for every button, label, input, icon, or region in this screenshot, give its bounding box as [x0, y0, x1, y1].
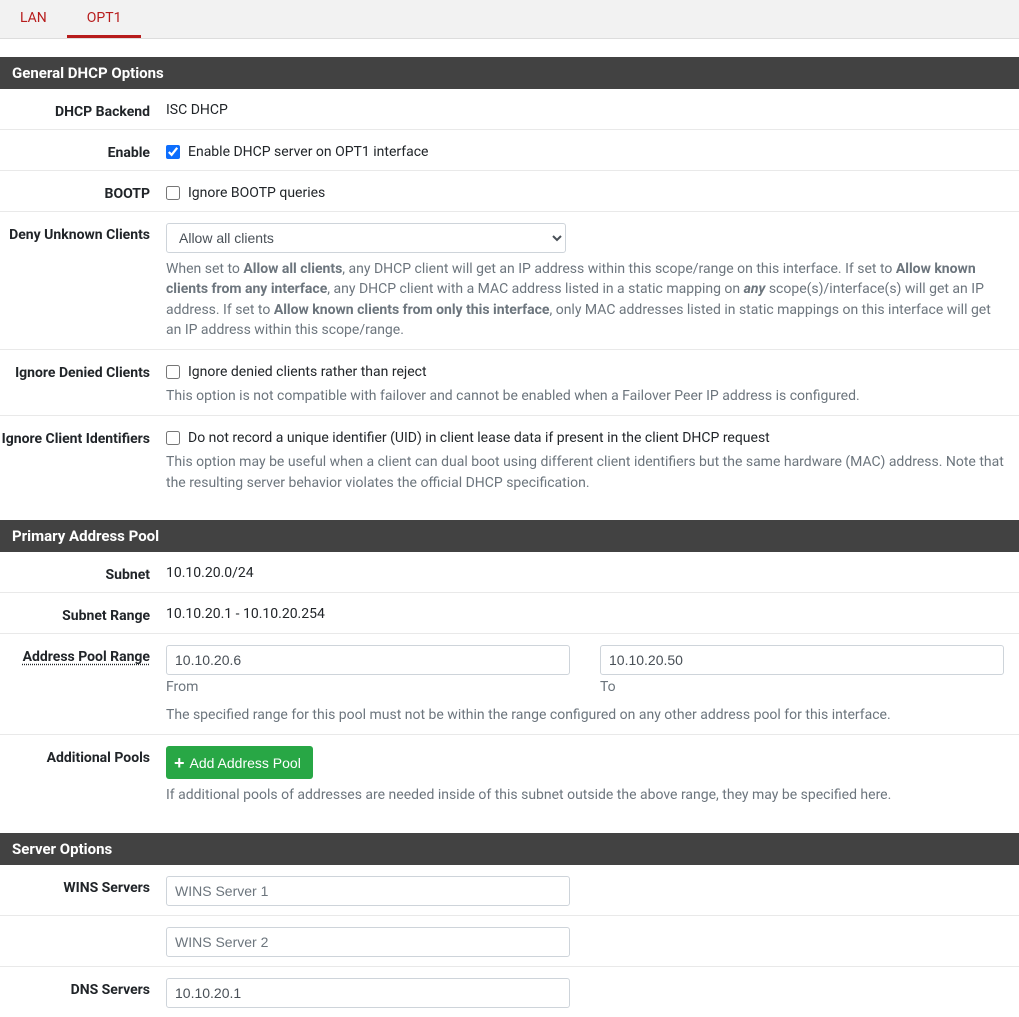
label-enable: Enable [0, 139, 166, 161]
value-subnet: 10.10.20.0/24 [166, 561, 1019, 581]
help-deny-unknown: When set to Allow all clients, any DHCP … [166, 259, 1007, 340]
label-subnet: Subnet [0, 561, 166, 583]
input-range-from[interactable] [166, 645, 570, 675]
label-additional-pools: Additional Pools [0, 744, 166, 766]
help-additional-pools: If additional pools of addresses are nee… [166, 785, 1007, 805]
row-dns-1: DNS Servers [0, 967, 1019, 1017]
tab-opt1[interactable]: OPT1 [67, 0, 142, 38]
row-additional-pools: Additional Pools + Add Address Pool If a… [0, 735, 1019, 814]
value-dhcp-backend: ISC DHCP [166, 98, 1019, 118]
checkbox-ignore-cid[interactable] [166, 431, 180, 445]
panel-primary-pool: Primary Address Pool Subnet 10.10.20.0/2… [0, 520, 1019, 815]
sublabel-to: To [600, 679, 1004, 695]
row-pool-range: Address Pool Range From To The specified… [0, 634, 1019, 735]
panel-heading-pool: Primary Address Pool [0, 520, 1019, 552]
panel-heading-server: Server Options [0, 833, 1019, 865]
help-pool-range: The specified range for this pool must n… [166, 705, 1007, 725]
label-bootp: BOOTP [0, 180, 166, 202]
interface-tabs: LAN OPT1 [0, 0, 1019, 39]
row-enable: Enable Enable DHCP server on OPT1 interf… [0, 130, 1019, 171]
row-wins-1: WINS Servers [0, 865, 1019, 916]
row-subnet-range: Subnet Range 10.10.20.1 - 10.10.20.254 [0, 593, 1019, 634]
label-ignore-cid: Ignore Client Identifiers [0, 425, 166, 447]
add-pool-button-label: Add Address Pool [190, 755, 301, 771]
label-pool-range: Address Pool Range [0, 643, 166, 665]
row-wins-2 [0, 916, 1019, 967]
row-subnet: Subnet 10.10.20.0/24 [0, 552, 1019, 593]
label-deny-unknown: Deny Unknown Clients [0, 221, 166, 243]
input-wins-1[interactable] [166, 876, 570, 906]
sublabel-from: From [166, 679, 570, 695]
checkbox-bootp[interactable] [166, 186, 180, 200]
add-address-pool-button[interactable]: + Add Address Pool [166, 746, 313, 779]
label-wins: WINS Servers [0, 874, 166, 896]
input-range-to[interactable] [600, 645, 1004, 675]
checkbox-ignore-denied[interactable] [166, 365, 180, 379]
checkbox-enable-label: Enable DHCP server on OPT1 interface [188, 144, 428, 160]
label-dns: DNS Servers [0, 976, 166, 998]
tab-lan[interactable]: LAN [0, 0, 67, 38]
label-dhcp-backend: DHCP Backend [0, 98, 166, 120]
label-wins-2-empty [0, 925, 166, 931]
row-deny-unknown: Deny Unknown Clients Allow all clients W… [0, 212, 1019, 350]
panel-general-dhcp: General DHCP Options DHCP Backend ISC DH… [0, 57, 1019, 502]
help-ignore-denied: This option is not compatible with failo… [166, 386, 1007, 406]
select-deny-unknown[interactable]: Allow all clients [166, 223, 566, 253]
checkbox-bootp-label: Ignore BOOTP queries [188, 185, 325, 201]
checkbox-enable[interactable] [166, 145, 180, 159]
checkbox-ignore-cid-label: Do not record a unique identifier (UID) … [188, 430, 770, 446]
checkbox-ignore-denied-label: Ignore denied clients rather than reject [188, 364, 427, 380]
input-dns-1[interactable] [166, 978, 570, 1008]
row-dhcp-backend: DHCP Backend ISC DHCP [0, 89, 1019, 130]
plus-icon: + [174, 756, 185, 770]
panel-heading-general: General DHCP Options [0, 57, 1019, 89]
input-wins-2[interactable] [166, 927, 570, 957]
row-ignore-denied: Ignore Denied Clients Ignore denied clie… [0, 350, 1019, 416]
row-bootp: BOOTP Ignore BOOTP queries [0, 171, 1019, 212]
panel-server-options: Server Options WINS Servers DNS Servers [0, 833, 1019, 1017]
label-ignore-denied: Ignore Denied Clients [0, 359, 166, 381]
help-ignore-cid: This option may be useful when a client … [166, 452, 1007, 493]
row-ignore-cid: Ignore Client Identifiers Do not record … [0, 416, 1019, 502]
label-subnet-range: Subnet Range [0, 602, 166, 624]
value-subnet-range: 10.10.20.1 - 10.10.20.254 [166, 602, 1019, 622]
